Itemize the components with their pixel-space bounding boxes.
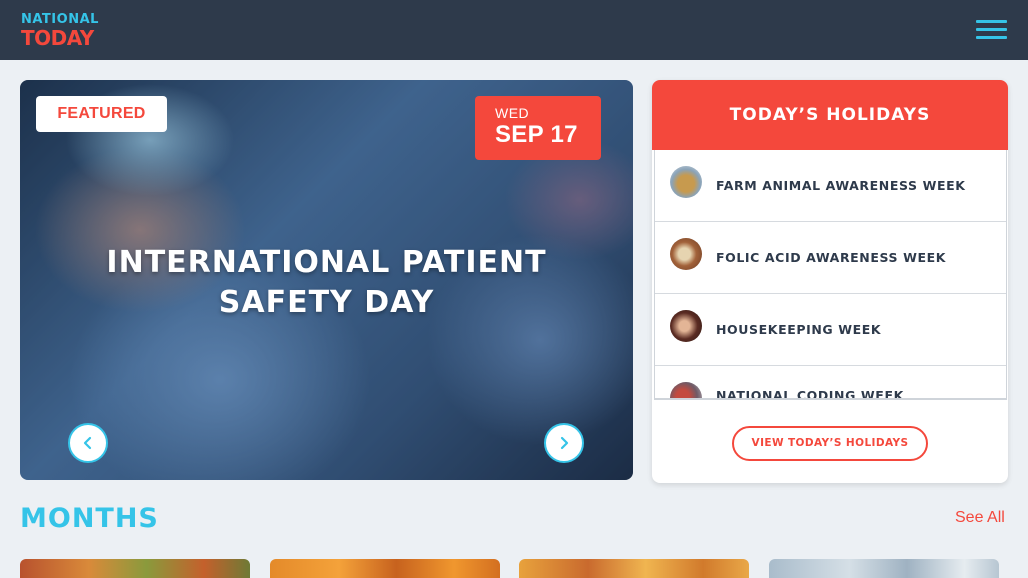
todays-holidays-panel: TODAY’S HOLIDAYS FARM ANIMAL AWARENESS W… bbox=[652, 80, 1008, 483]
chevron-right-icon bbox=[560, 436, 569, 450]
holiday-item-label: HOUSEKEEPING WEEK bbox=[716, 322, 882, 337]
featured-holiday-title[interactable]: INTERNATIONAL PATIENT SAFETY DAY bbox=[80, 243, 573, 323]
hamburger-menu-icon[interactable] bbox=[976, 18, 1008, 40]
carousel-next-button[interactable] bbox=[544, 423, 584, 463]
holiday-thumbnail bbox=[670, 310, 702, 342]
month-card[interactable] bbox=[519, 559, 749, 578]
holiday-item-folic-acid-awareness-week[interactable]: FOLIC ACID AWARENESS WEEK bbox=[655, 222, 1006, 294]
holiday-item-label: FARM ANIMAL AWARENESS WEEK bbox=[716, 178, 966, 193]
holiday-thumbnail bbox=[670, 382, 702, 398]
view-todays-holidays-button[interactable]: VIEW TODAY’S HOLIDAYS bbox=[732, 426, 928, 461]
month-card[interactable] bbox=[270, 559, 500, 578]
featured-weekday: WED bbox=[495, 105, 530, 121]
todays-holidays-heading: TODAY’S HOLIDAYS bbox=[652, 80, 1008, 150]
top-navigation-bar: NATIONAL TODAY bbox=[0, 0, 1028, 60]
month-card[interactable] bbox=[769, 559, 999, 578]
holiday-thumbnail bbox=[670, 238, 702, 270]
holiday-item-label: FOLIC ACID AWARENESS WEEK bbox=[716, 250, 947, 265]
months-section-heading: MONTHS bbox=[20, 503, 159, 534]
featured-date: SEP 17 bbox=[495, 121, 578, 148]
month-card[interactable] bbox=[20, 559, 250, 578]
holiday-item-housekeeping-week[interactable]: HOUSEKEEPING WEEK bbox=[655, 294, 1006, 366]
chevron-left-icon bbox=[83, 436, 92, 450]
months-see-all-link[interactable]: See All bbox=[955, 509, 1005, 527]
holiday-item-national-coding-week[interactable]: NATIONAL CODING WEEK bbox=[655, 366, 1006, 400]
todays-holidays-list[interactable]: FARM ANIMAL AWARENESS WEEK FOLIC ACID AW… bbox=[654, 150, 1007, 400]
featured-holiday-carousel[interactable]: FEATURED WED SEP 17 INTERNATIONAL PATIEN… bbox=[20, 80, 633, 480]
featured-badge: FEATURED bbox=[36, 96, 167, 132]
carousel-prev-button[interactable] bbox=[68, 423, 108, 463]
logo-line-national: NATIONAL bbox=[21, 12, 99, 27]
logo-line-today: TODAY bbox=[21, 26, 94, 50]
national-today-logo[interactable]: NATIONAL TODAY bbox=[21, 13, 101, 53]
holiday-item-label: NATIONAL CODING WEEK bbox=[716, 388, 904, 400]
featured-date-badge: WED SEP 17 bbox=[475, 96, 601, 160]
holiday-thumbnail bbox=[670, 166, 702, 198]
holiday-item-farm-animal-awareness-week[interactable]: FARM ANIMAL AWARENESS WEEK bbox=[655, 150, 1006, 222]
